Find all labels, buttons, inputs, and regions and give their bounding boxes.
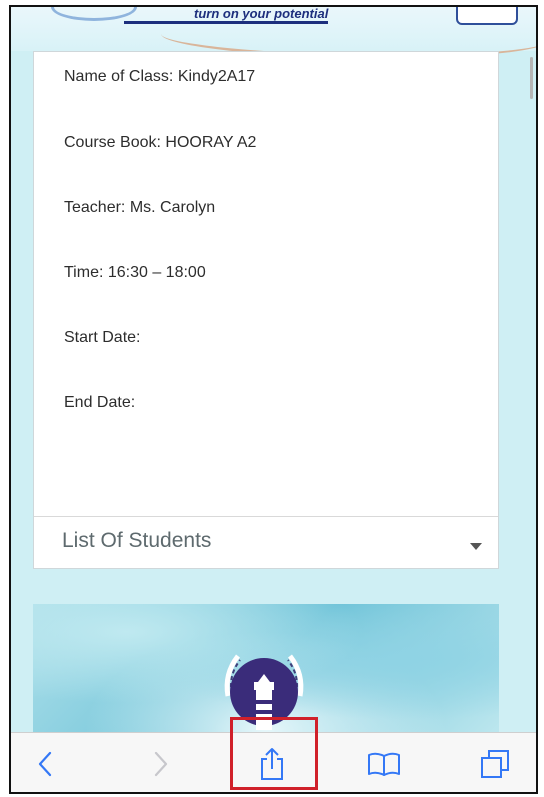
back-arrow-icon	[38, 751, 52, 777]
class-details-card: Name of Class: Kindy2A17 Course Book: HO…	[33, 51, 499, 569]
phone-screen: turn on your potential Name of Class: Ki…	[9, 5, 538, 794]
site-header: turn on your potential	[11, 7, 536, 65]
list-of-students-accordion[interactable]: List Of Students	[34, 517, 498, 569]
site-tagline: turn on your potential	[124, 7, 329, 24]
forward-button[interactable]	[141, 733, 181, 792]
class-time: Time: 16:30 – 18:00	[64, 264, 206, 281]
tabs-button[interactable]	[473, 733, 517, 792]
class-name: Name of Class: Kindy2A17	[64, 68, 256, 85]
chevron-down-icon	[470, 543, 482, 550]
bookmarks-icon	[368, 752, 400, 776]
page-scrollbar[interactable]	[530, 57, 533, 99]
course-book: Course Book: HOORAY A2	[64, 134, 257, 151]
accordion-label: List Of Students	[62, 529, 212, 552]
teacher: Teacher: Ms. Carolyn	[64, 199, 216, 216]
start-date: Start Date:	[64, 329, 141, 346]
forward-arrow-icon	[154, 751, 168, 777]
menu-button[interactable]	[456, 7, 518, 25]
back-button[interactable]	[25, 733, 65, 792]
end-date: End Date:	[64, 394, 136, 411]
share-button-highlight	[230, 717, 318, 790]
bookmarks-button[interactable]	[361, 733, 407, 792]
tabs-icon	[481, 750, 509, 778]
